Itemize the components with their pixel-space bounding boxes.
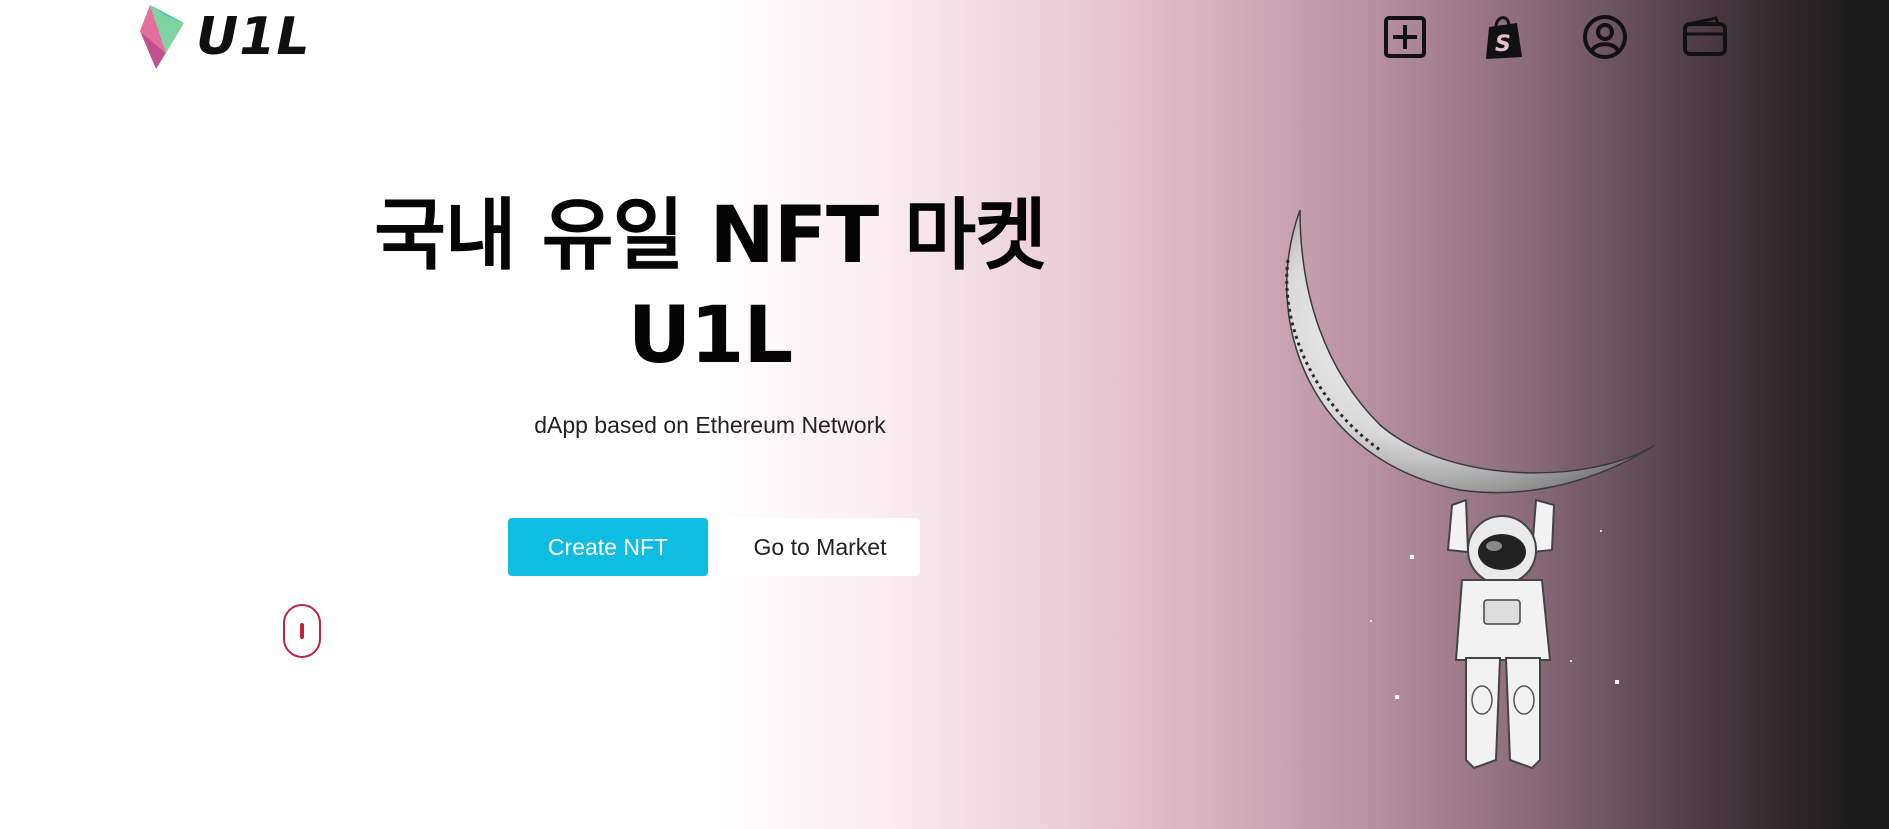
shopify-bag-icon[interactable]: S (1480, 12, 1530, 62)
header-nav: S (1380, 12, 1730, 62)
hero-buttons: Create NFT Go to Market (508, 518, 920, 576)
logo-text: U1L (196, 7, 311, 67)
logo-gem-icon (140, 5, 184, 69)
scroll-wheel (300, 623, 304, 639)
create-nft-button[interactable]: Create NFT (508, 518, 708, 576)
hero-title: 국내 유일 NFT 마켓 (374, 191, 1047, 281)
logo[interactable]: U1L (138, 3, 311, 71)
create-plus-icon[interactable] (1380, 12, 1430, 62)
scroll-down-indicator[interactable] (283, 604, 321, 658)
hero-section: 국내 유일 NFT 마켓 U1L (360, 190, 1060, 382)
hero-subtitle: U1L (627, 291, 793, 381)
user-circle-icon[interactable] (1580, 12, 1630, 62)
hero-tagline: dApp based on Ethereum Network (534, 412, 886, 438)
go-to-market-button[interactable]: Go to Market (720, 518, 920, 576)
wallet-icon[interactable] (1680, 12, 1730, 62)
svg-text:S: S (1495, 32, 1511, 57)
top-header: U1L S (0, 0, 1889, 80)
astronaut-moon-illustration (1285, 209, 1656, 770)
